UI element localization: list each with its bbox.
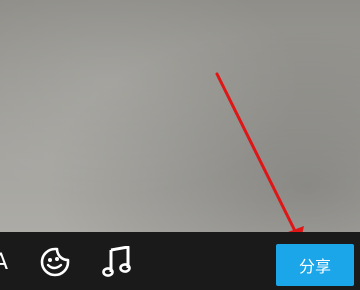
- music-button[interactable]: [100, 246, 134, 278]
- camera-preview: [0, 0, 360, 232]
- text-tool-button[interactable]: A: [0, 246, 8, 278]
- camera-screen: A 分享: [0, 0, 360, 290]
- text-tool-glyph: A: [0, 249, 8, 275]
- share-button[interactable]: 分享: [276, 244, 354, 286]
- sticker-button[interactable]: [38, 246, 72, 278]
- sticker-face-icon: [40, 247, 70, 277]
- music-note-icon: [102, 246, 131, 277]
